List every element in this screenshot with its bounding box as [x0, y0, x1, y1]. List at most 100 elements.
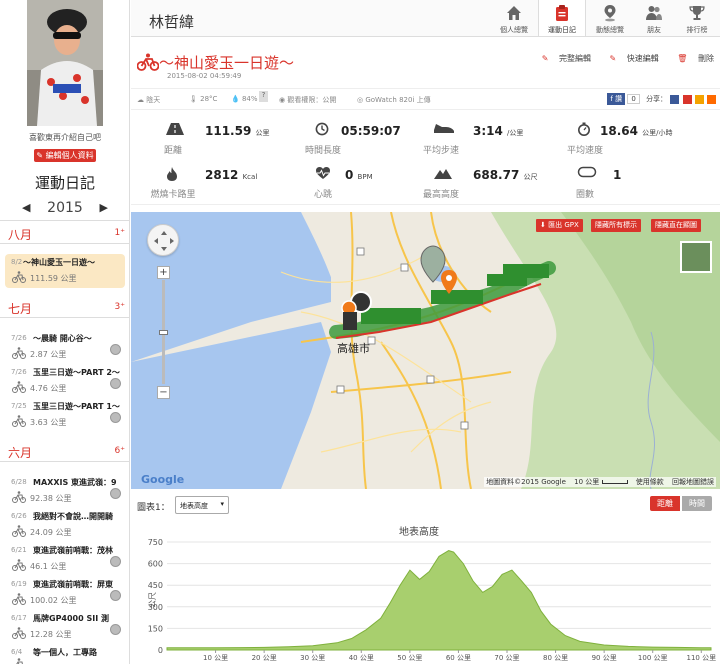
main-content: 林哲緯 個人總覽 運動日記 動態總覽 朋友 排行榜 ～神山愛玉一日遊～ 2015… [131, 0, 720, 664]
nav-tab-feed[interactable]: 動態總覽 [587, 0, 633, 36]
edit-profile-button[interactable]: ✎ 編輯個人資料 [34, 149, 96, 162]
activity-list-item[interactable]: 6/28 MAXXIS 東進武嶺：9 92.38 公里 [5, 474, 125, 508]
month-header-jul[interactable]: 七月 3⁺ [0, 298, 129, 318]
road-icon [166, 123, 184, 135]
weather-icon [110, 344, 121, 355]
plurk-share-icon[interactable] [682, 94, 692, 104]
bike-icon [16, 658, 23, 664]
stat-label: 燃燒卡路里 [150, 190, 196, 200]
visibility-info[interactable]: ◉ 觀看權限：公開 [279, 95, 336, 105]
full-edit-label: 完整編輯 [558, 54, 591, 63]
weather-icon [110, 378, 121, 389]
stat-unit: 公里 [255, 129, 270, 137]
x-axis-ticks: 10 公里 20 公里 30 公里 40 公里 50 公里 60 公里 70 公里 80 公里… [203, 650, 716, 662]
hide-markers-button[interactable]: 隱藏所有標示 [591, 219, 641, 232]
zoom-slider-handle[interactable] [159, 330, 168, 335]
bike-icon [12, 559, 26, 571]
home-icon [507, 6, 521, 20]
activity-date: 7/26 [11, 334, 27, 342]
export-gpx-button[interactable]: ⬇ 匯出 GPX [536, 219, 583, 232]
x-tick-label: 30 公里 [300, 654, 325, 662]
nav-tab-diary[interactable]: 運動日記 [538, 0, 586, 36]
bookmark-share-icon[interactable] [694, 94, 704, 104]
toggle-distance-button[interactable]: 距離 [650, 496, 680, 511]
activity-list-item[interactable]: 7/26 ～晨騎 開心谷～ 2.87 公里 [5, 330, 125, 364]
stat-distance: 111.59 公里 距離 [131, 114, 271, 158]
month-header-jun[interactable]: 六月 6⁺ [0, 442, 129, 462]
facebook-like-button[interactable]: f 讚 [607, 93, 626, 105]
zoom-out-button[interactable]: − [157, 386, 170, 399]
nav-label: 動態總覽 [596, 26, 624, 34]
friends-icon [646, 6, 662, 20]
activity-list-item[interactable]: 7/25 玉里三日遊～PART 1～ 3.63 公里 [5, 398, 125, 432]
stat-number: 0 [345, 168, 354, 182]
stat-value: 111.59 公里 [205, 124, 270, 138]
trash-icon: 🗑 [677, 54, 688, 63]
edit-profile-label: 編輯個人資料 [45, 151, 94, 160]
pan-arrows-icon [154, 231, 174, 251]
stat-number: 688.77 [473, 168, 520, 182]
map-footer: 地圖資料©2015 Google 10 公里 使用條款 回報地圖錯誤 [484, 477, 716, 487]
activity-date: 6/21 [11, 546, 27, 554]
map-report-link[interactable]: 回報地圖錯誤 [672, 478, 714, 486]
weather-icon [110, 412, 121, 423]
city-label: 高雄市 [337, 341, 370, 355]
heart-icon [316, 167, 330, 179]
quick-edit-button[interactable]: ✎ 快速編輯 [602, 54, 659, 63]
map-terms-link[interactable]: 使用條款 [636, 478, 664, 486]
activity-list-item[interactable]: 6/26 我絕對不會說…開開騎 24.09 公里 [5, 508, 125, 542]
activity-distance: 3.63 公里 [30, 418, 67, 427]
stat-label: 時間長度 [304, 146, 341, 156]
route-map[interactable]: 高雄市 ⬇ 匯出 GPX 隱藏所有標示 隱藏直在顯圖 + − Google 地圖… [131, 212, 720, 489]
facebook-share-icon[interactable] [670, 94, 680, 104]
activity-list-item[interactable]: 6/17 馬牌GP4000 SII 測 12.28 公里 [5, 610, 125, 644]
stat-value: 2812 Kcal [205, 168, 257, 182]
nav-tab-friends[interactable]: 朋友 [634, 0, 674, 36]
nav-label: 朋友 [647, 26, 661, 34]
delete-button[interactable]: 🗑 刪除 [669, 54, 714, 63]
help-icon[interactable]: ? [259, 91, 268, 102]
activity-list-item[interactable]: 6/4 等一個人，工專路 [5, 644, 125, 664]
y-tick-label: 750 [148, 538, 163, 547]
stat-number: 2812 [205, 168, 239, 182]
prev-year-icon[interactable]: ◀ [22, 197, 30, 219]
map-data-credit: 地圖資料©2015 Google [486, 478, 566, 486]
share-bar: f 讚 0 分享： [607, 93, 716, 106]
x-tick-label: 70 公里 [494, 654, 519, 662]
next-year-icon[interactable]: ▶ [100, 197, 108, 219]
device-info: ◎ GoWatch 820i 上傳 [357, 96, 431, 104]
nav-tab-leaderboard[interactable]: 排行榜 [675, 0, 719, 36]
bike-icon [12, 415, 26, 427]
chart-header: 圖表1： 地表高度 ▾ 距離 時間 [131, 494, 720, 518]
toggle-time-button[interactable]: 時間 [682, 496, 712, 511]
activity-list-item[interactable]: 6/21 東進武嶺前哨戰：茂林 46.1 公里 [5, 542, 125, 576]
weather-info: ☁ 陰天 [137, 96, 161, 104]
month-header-aug[interactable]: 八月 1⁺ [0, 224, 129, 244]
activity-list-item[interactable]: 7/26 玉里三日遊～PART 2～ 4.76 公里 [5, 364, 125, 398]
stat-avg-speed: 18.64 公里/小時 平均速度 [543, 114, 683, 158]
activity-date: 6/17 [11, 614, 27, 622]
temperature-info: 🌡 28°C [189, 95, 218, 103]
activity-date: 6/4 [11, 648, 23, 656]
full-edit-button[interactable]: ✎ 完整編輯 [534, 54, 591, 63]
stat-calories: 2812 Kcal 燃燒卡路里 [131, 158, 271, 202]
sidebar-title: 運動日記 [34, 174, 95, 192]
map-pan-control[interactable] [147, 224, 179, 256]
activity-distance: 46.1 公里 [30, 562, 67, 571]
stat-number: 111.59 [205, 124, 252, 138]
stat-value: 688.77 公尺 [473, 168, 538, 182]
month-count: 6⁺ [114, 446, 125, 456]
activity-distance: 92.38 公里 [30, 494, 72, 503]
sidebar: 喜歡東再介紹自己吧 ✎ 編輯個人資料 運動日記 ◀ 2015 ▶ 八月 1⁺ 8… [0, 0, 130, 664]
month-name: 七月 [8, 302, 33, 316]
hide-photos-button[interactable]: 隱藏直在顯圖 [651, 219, 701, 232]
activity-date: 7/26 [11, 368, 27, 376]
activity-list-item[interactable]: 8/2 ～神山愛玉一日遊～ 111.59 公里 [5, 254, 125, 288]
avatar[interactable] [27, 0, 103, 126]
nav-tab-overview[interactable]: 個人總覽 [491, 0, 537, 36]
stat-value: 3:14 /公里 [473, 124, 523, 138]
activity-list-item[interactable]: 6/19 東進武嶺前哨戰：屏東 100.02 公里 [5, 576, 125, 610]
zoom-in-button[interactable]: + [157, 266, 170, 279]
rss-share-icon[interactable] [707, 94, 716, 104]
chart-type-select[interactable]: 地表高度 ▾ [175, 496, 229, 514]
